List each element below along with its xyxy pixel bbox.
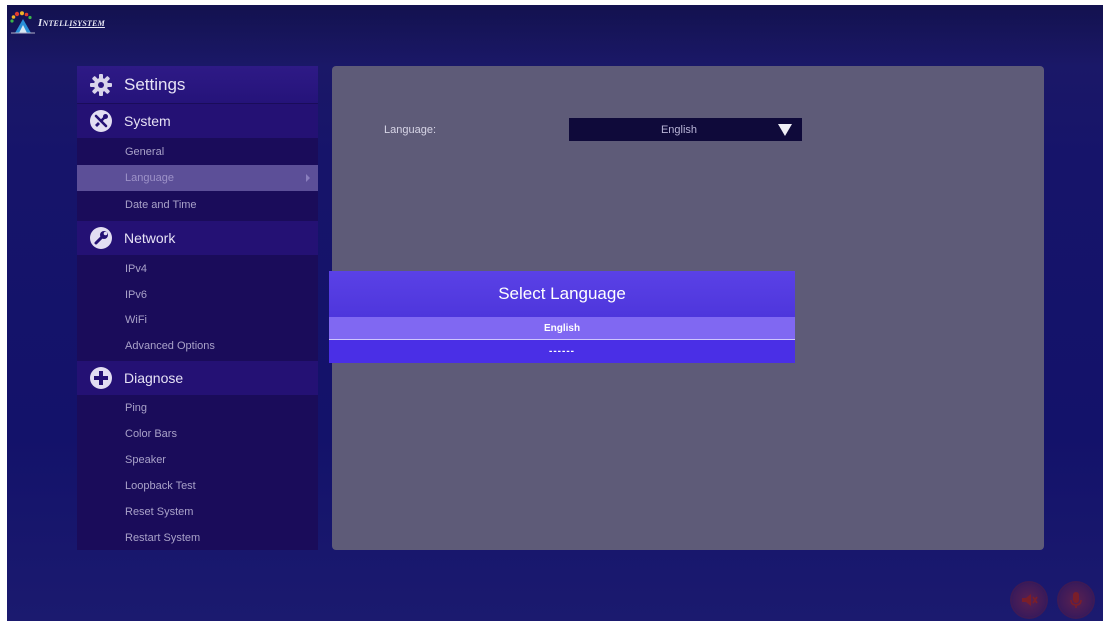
sidebar-category-label: System xyxy=(124,113,171,129)
sidebar-item-loopback-test[interactable]: Loopback Test xyxy=(77,473,318,499)
mic-button[interactable] xyxy=(1059,583,1093,617)
sidebar-item-label: Loopback Test xyxy=(125,480,196,492)
dialog-title: Select Language xyxy=(329,271,795,317)
sidebar-item-label: Restart System xyxy=(125,532,201,544)
sidebar-item-advanced-options[interactable]: Advanced Options xyxy=(77,333,318,359)
sidebar-item-label: Color Bars xyxy=(125,428,177,440)
language-label: Language: xyxy=(384,124,436,136)
sidebar-item-label: Ping xyxy=(125,402,148,414)
language-option-english[interactable]: English xyxy=(329,317,795,340)
sidebar-item-date-and-time[interactable]: Date and Time xyxy=(77,192,318,218)
mic-icon xyxy=(1070,592,1082,608)
settings-sidebar: Settings System General Language Date an… xyxy=(77,66,318,550)
sidebar-item-label: WiFi xyxy=(125,314,147,326)
sidebar-item-label: Date and Time xyxy=(125,199,197,211)
sidebar-category-label: Diagnose xyxy=(124,370,184,386)
plus-icon xyxy=(88,365,114,391)
sidebar-category-system[interactable]: System xyxy=(77,104,318,138)
sidebar-item-reset-system[interactable]: Reset System xyxy=(77,499,318,525)
mute-icon xyxy=(1022,594,1038,606)
sidebar-item-color-bars[interactable]: Color Bars xyxy=(77,421,318,447)
brand-logo: Intellisystem xyxy=(9,11,105,35)
sidebar-item-label: Language xyxy=(125,172,174,184)
sidebar-item-ping[interactable]: Ping xyxy=(77,395,318,421)
language-select-value: English xyxy=(660,123,698,136)
sidebar-item-label: IPv6 xyxy=(125,289,148,301)
tools-icon xyxy=(88,108,114,134)
sidebar-item-ipv4[interactable]: IPv4 xyxy=(77,256,318,282)
language-option-placeholder[interactable]: ------ xyxy=(329,340,795,363)
intellisystem-logo-icon xyxy=(10,11,35,34)
select-language-dialog: Select Language English ------ xyxy=(329,271,795,363)
sidebar-category-diagnose[interactable]: Diagnose xyxy=(77,361,318,395)
sidebar-category-network[interactable]: Network xyxy=(77,221,318,255)
gear-icon xyxy=(88,72,114,98)
wrench-icon xyxy=(88,225,114,251)
sidebar-category-label: Network xyxy=(124,230,176,246)
language-select[interactable]: English xyxy=(569,118,802,141)
mute-button[interactable] xyxy=(1012,583,1046,617)
chevron-right-icon xyxy=(306,174,310,182)
sidebar-item-label: General xyxy=(125,146,165,158)
sidebar-item-general[interactable]: General xyxy=(77,139,318,165)
sidebar-item-label: IPv4 xyxy=(125,263,148,275)
sidebar-header: Settings xyxy=(77,66,318,103)
brand-name: Intellisystem xyxy=(38,17,105,29)
sidebar-item-label: Speaker xyxy=(125,454,166,466)
triangle-down-icon[interactable] xyxy=(778,124,792,136)
sidebar-title: Settings xyxy=(124,74,186,94)
sidebar-item-label: Advanced Options xyxy=(125,340,215,352)
sidebar-item-restart-system[interactable]: Restart System xyxy=(77,525,318,551)
sidebar-item-language[interactable]: Language xyxy=(77,165,318,191)
screen: Intellisystem Settings System General La… xyxy=(7,5,1103,621)
sidebar-item-label: Reset System xyxy=(125,506,194,518)
sidebar-item-ipv6[interactable]: IPv6 xyxy=(77,282,318,308)
sidebar-item-speaker[interactable]: Speaker xyxy=(77,447,318,473)
sidebar-item-wifi[interactable]: WiFi xyxy=(77,307,318,333)
